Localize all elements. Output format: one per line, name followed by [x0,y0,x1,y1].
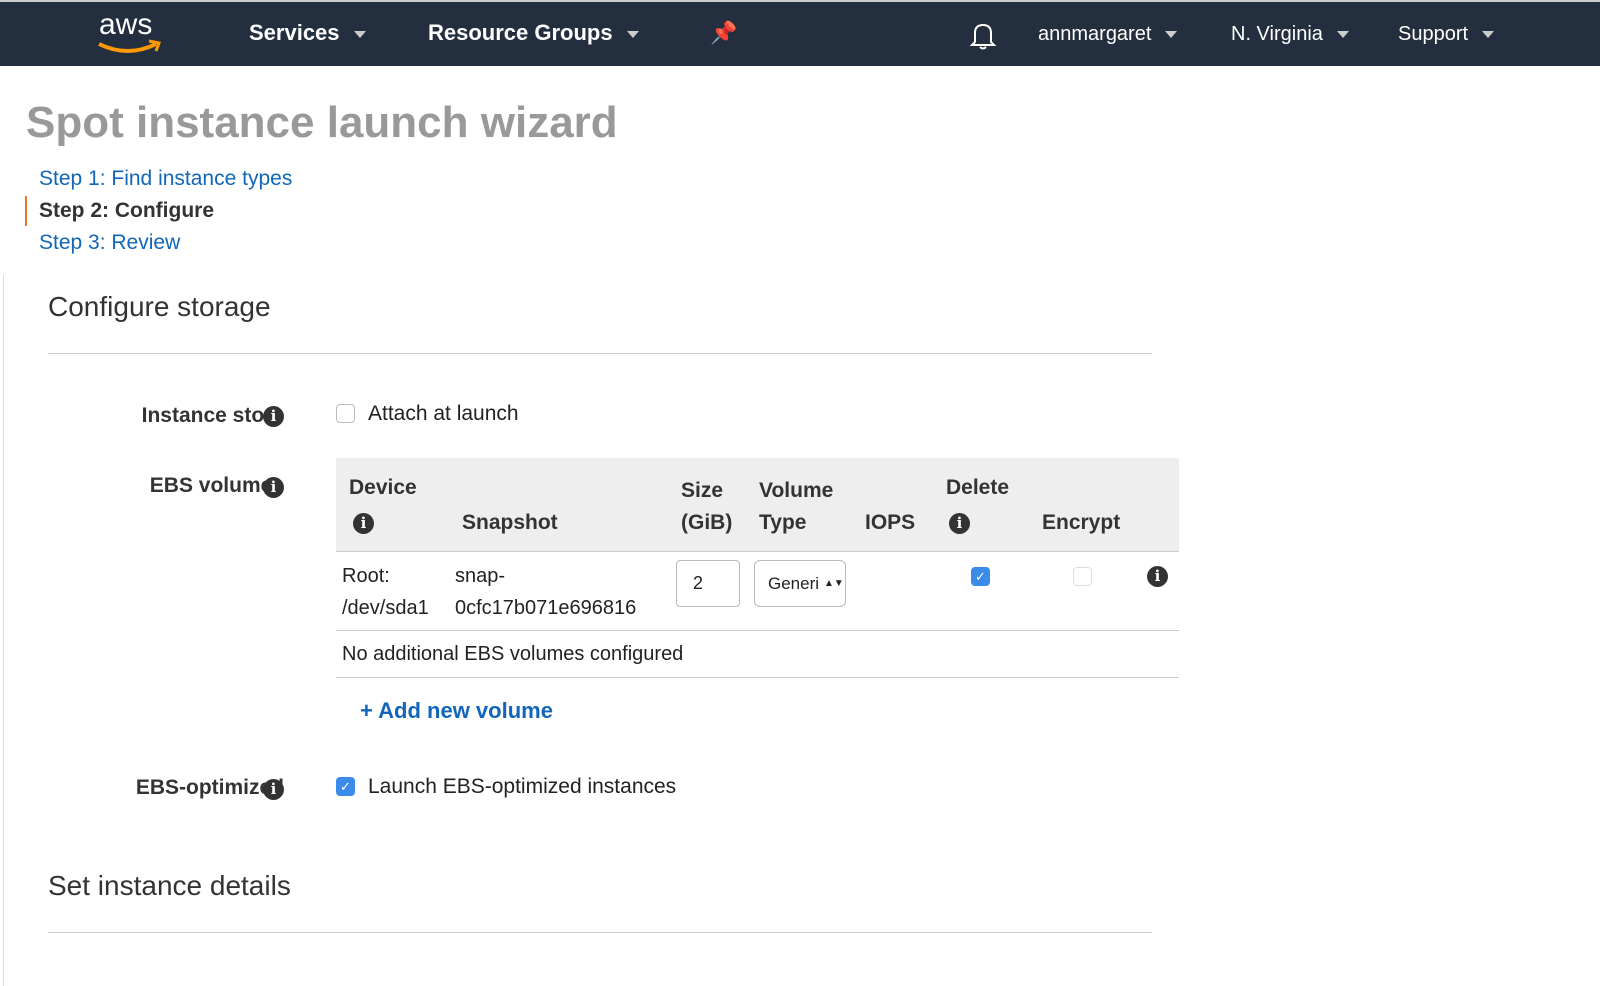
size-input[interactable]: 2 [676,560,740,607]
info-icon[interactable]: i [949,513,970,534]
divider [48,353,1152,354]
encrypt-checkbox[interactable] [1073,567,1092,586]
step-2-current: Step 2: Configure [39,199,215,222]
chevron-down-icon [1336,31,1349,39]
col-delete: Delete [946,476,1010,499]
info-icon[interactable]: i [263,477,284,498]
col-iops: IOPS [865,511,916,534]
col-device: Device [349,476,417,499]
empty-message: No additional EBS volumes configured [342,643,684,665]
page-title: Spot instance launch wizard [26,98,618,147]
ebs-volumes-table: Device i Snapshot Size (GiB) Volume Type… [336,458,1179,678]
col-size-unit: (GiB) [681,511,733,534]
device-value: Root: [342,565,390,587]
ebs-optimized-label: EBS-optimized [135,776,284,799]
attach-at-launch-checkbox[interactable] [336,404,355,423]
ebs-volumes-label: EBS volumes [149,474,284,497]
content-border [3,275,4,986]
col-volume-type: Volume [759,479,834,502]
aws-logo[interactable]: aws [96,8,166,58]
active-step-indicator [25,196,27,226]
device-path: /dev/sda1 [342,597,429,619]
top-nav: aws Services Resource Groups 📌 annmargar… [0,0,1600,66]
col-snapshot: Snapshot [462,511,558,534]
attach-at-launch-label: Attach at launch [368,402,519,425]
col-encrypt: Encrypt [1042,511,1121,534]
info-icon[interactable]: i [353,513,374,534]
col-volume-type-2: Type [759,511,807,534]
chevron-down-icon [353,30,366,38]
instance-store-label: Instance store [141,404,284,427]
table-row: Root: /dev/sda1 snap- 0cfc17b071e696816 … [336,552,1179,631]
resource-groups-menu[interactable]: Resource Groups [428,20,639,46]
ebs-optimized-checkbox[interactable]: ✓ [336,777,355,796]
updown-icon: ▲▼ [824,578,844,589]
chevron-down-icon [626,30,639,38]
support-menu[interactable]: Support [1398,23,1495,46]
volume-type-select[interactable]: Generi ▲▼ [754,560,846,607]
ebs-optimized-text: Launch EBS-optimized instances [368,775,677,798]
bell-icon[interactable] [968,20,998,55]
pin-icon[interactable]: 📌 [710,20,737,46]
add-new-volume-link[interactable]: + Add new volume [360,698,553,724]
delete-on-termination-checkbox[interactable]: ✓ [971,567,990,586]
step-1-link[interactable]: Step 1: Find instance types [39,167,292,191]
divider [48,932,1152,933]
empty-row: No additional EBS volumes configured [336,631,1179,678]
configure-storage-heading: Configure storage [48,291,271,322]
chevron-down-icon [1165,31,1178,39]
info-icon[interactable]: i [263,779,284,800]
services-menu[interactable]: Services [249,20,366,46]
step-3-link[interactable]: Step 3: Review [39,231,180,255]
info-icon[interactable]: i [263,406,284,427]
chevron-down-icon [1482,31,1495,39]
table-header: Device i Snapshot Size (GiB) Volume Type… [336,458,1179,552]
region-menu[interactable]: N. Virginia [1231,23,1349,46]
snapshot-id: 0cfc17b071e696816 [455,597,637,619]
info-icon[interactable]: i [1147,566,1168,587]
user-menu[interactable]: annmargaret [1038,23,1178,46]
col-size: Size [681,479,724,502]
set-instance-details-heading: Set instance details [48,870,291,901]
snapshot-value: snap- [455,565,506,587]
